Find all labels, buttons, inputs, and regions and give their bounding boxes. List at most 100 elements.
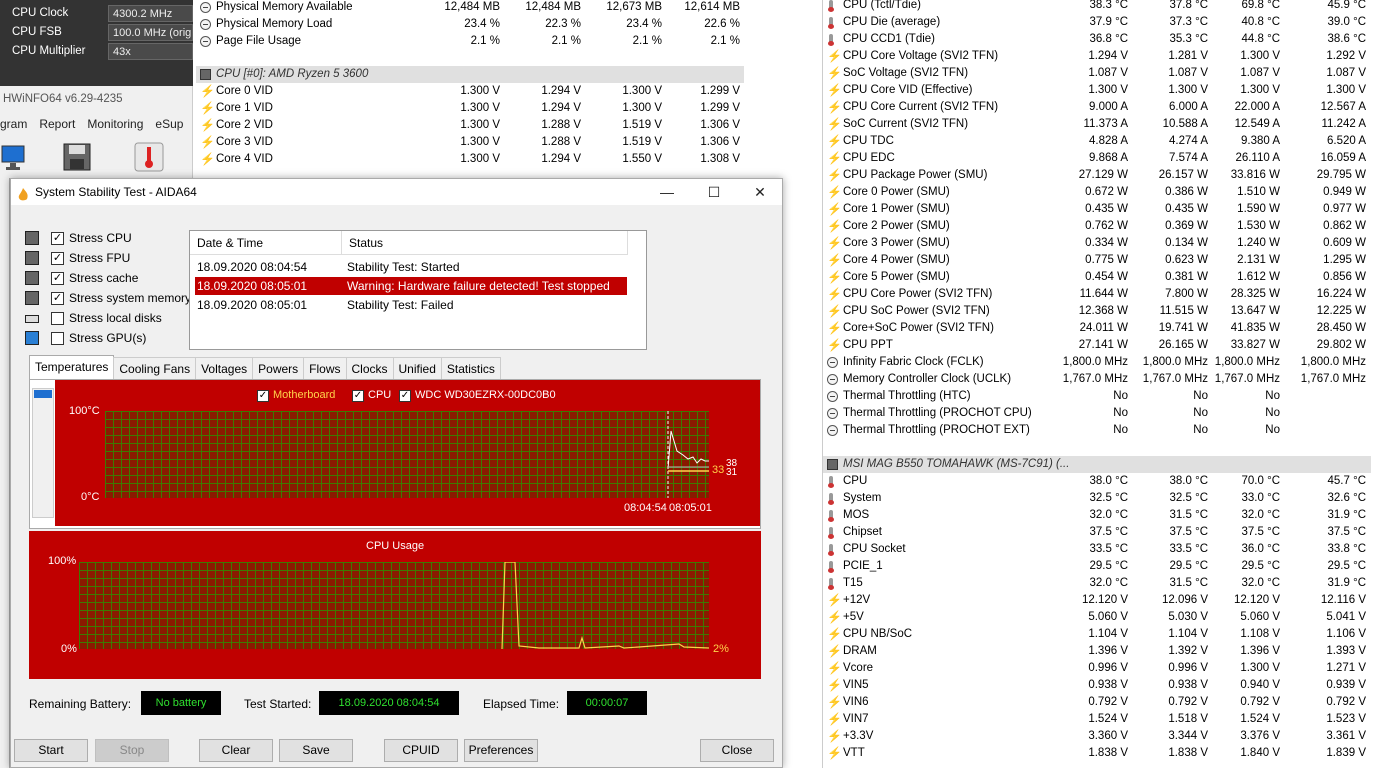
log-row[interactable]: 18.09.2020 08:04:54 Stability Test: Star… <box>195 258 627 276</box>
monitor-icon[interactable] <box>0 142 30 174</box>
menu-esupport[interactable]: eSup <box>155 117 183 135</box>
table-row[interactable]: ⚡ Core 4 VID 1.300 V 1.294 V 1.550 V 1.308 V <box>196 151 748 168</box>
stress-checkbox[interactable]: ✓ <box>51 272 64 285</box>
table-row[interactable]: ⚡ Core 2 VID 1.300 V 1.288 V 1.519 V 1.306 V <box>196 117 748 134</box>
table-row[interactable]: CPU CCD1 (Tdie) 36.8 °C 35.3 °C 44.8 °C 38.6… <box>823 31 1374 48</box>
table-row[interactable]: ⚡ DRAM 1.396 V 1.392 V 1.396 V 1.393 V <box>823 643 1374 660</box>
table-row[interactable]: ⚡ Core 2 Power (SMU) 0.762 W 0.369 W 1.530 W… <box>823 218 1374 235</box>
table-row[interactable]: Thermal Throttling (PROCHOT CPU) No No No <box>823 405 1374 422</box>
log-row-warning[interactable]: 18.09.2020 08:05:01 Warning: Hardware fa… <box>195 277 627 295</box>
table-row[interactable]: ⚡ Core 5 Power (SMU) 0.454 W 0.381 W 1.612 W… <box>823 269 1374 286</box>
table-row[interactable]: ⚡ Core 3 Power (SMU) 0.334 W 0.134 W 1.240 W… <box>823 235 1374 252</box>
table-row[interactable]: ⚡ CPU Core VID (Effective) 1.300 V 1.300 V 1… <box>823 82 1374 99</box>
close-button[interactable]: Close <box>700 739 774 762</box>
group-header-motherboard[interactable]: MSI MAG B550 TOMAHAWK (MS-7C91) (... <box>823 456 1371 473</box>
table-row[interactable]: ⚡ Core 4 Power (SMU) 0.775 W 0.623 W 2.131 W… <box>823 252 1374 269</box>
stress-checkbox[interactable] <box>51 312 64 325</box>
preferences-button[interactable]: Preferences <box>464 739 538 762</box>
table-row[interactable]: ⚡ +3.3V 3.360 V 3.344 V 3.376 V 3.361 V <box>823 728 1374 745</box>
minimize-icon[interactable]: — <box>644 179 690 205</box>
table-row[interactable]: ⚡ VTT 1.838 V 1.838 V 1.840 V 1.839 V <box>823 745 1374 762</box>
table-row[interactable]: T15 32.0 °C 31.5 °C 32.0 °C 31.9 °C <box>823 575 1374 592</box>
table-row[interactable]: ⚡ CPU NB/SoC 1.104 V 1.104 V 1.108 V 1.106 V <box>823 626 1374 643</box>
table-row[interactable]: Thermal Throttling (PROCHOT EXT) No No No <box>823 422 1374 439</box>
stress-checkbox[interactable]: ✓ <box>51 252 64 265</box>
menu-report[interactable]: Report <box>39 117 75 135</box>
table-row[interactable]: CPU 38.0 °C 38.0 °C 70.0 °C 45.7 °C <box>823 473 1374 490</box>
graph-scroller[interactable] <box>32 388 54 518</box>
table-row[interactable]: ⚡ VIN7 1.524 V 1.518 V 1.524 V 1.523 V <box>823 711 1374 728</box>
cpuid-button[interactable]: CPUID <box>384 739 458 762</box>
legend-checkbox-wdc[interactable]: ✓ <box>399 390 411 402</box>
table-row[interactable]: Page File Usage 2.1 % 2.1 % 2.1 % 2.1 % <box>196 33 748 50</box>
table-row[interactable]: Infinity Fabric Clock (FCLK) 1,800.0 MHz 1… <box>823 354 1374 371</box>
table-row[interactable]: Physical Memory Available 12,484 MB 12,4… <box>196 0 748 16</box>
table-row[interactable]: ⚡ Core 3 VID 1.300 V 1.288 V 1.519 V 1.306 V <box>196 134 748 151</box>
table-row[interactable]: Chipset 37.5 °C 37.5 °C 37.5 °C 37.5 °C <box>823 524 1374 541</box>
table-row[interactable]: System 32.5 °C 32.5 °C 33.0 °C 32.6 °C <box>823 490 1374 507</box>
sensor-max: 70.0 °C <box>1241 475 1280 487</box>
table-row[interactable]: MOS 32.0 °C 31.5 °C 32.0 °C 31.9 °C <box>823 507 1374 524</box>
table-row[interactable]: PCIE_1 29.5 °C 29.5 °C 29.5 °C 29.5 °C <box>823 558 1374 575</box>
sensor-max: 33.0 °C <box>1241 492 1280 504</box>
log-row[interactable]: 18.09.2020 08:05:01 Stability Test: Fail… <box>195 296 627 314</box>
table-row[interactable]: ⚡ CPU EDC 9.868 A 7.574 A 26.110 A 16.059 A <box>823 150 1374 167</box>
table-row[interactable]: ⚡ CPU Package Power (SMU) 27.129 W 26.157 W… <box>823 167 1374 184</box>
maximize-icon[interactable]: ☐ <box>691 179 737 205</box>
table-row[interactable]: ⚡ Core 0 Power (SMU) 0.672 W 0.386 W 1.510 W… <box>823 184 1374 201</box>
table-row[interactable]: CPU (Tctl/Tdie) 38.3 °C 37.8 °C 69.8 °C 45.9… <box>823 0 1374 14</box>
table-row[interactable]: ⚡ CPU Core Voltage (SVI2 TFN) 1.294 V 1.281… <box>823 48 1374 65</box>
stress-checkbox[interactable] <box>51 332 64 345</box>
menu-program[interactable]: gram <box>0 117 27 135</box>
table-row[interactable]: ⚡ CPU TDC 4.828 A 4.274 A 9.380 A 6.520 A <box>823 133 1374 150</box>
tab-unified[interactable]: Unified <box>392 357 442 379</box>
save-button[interactable]: Save <box>279 739 353 762</box>
menu-monitoring[interactable]: Monitoring <box>87 117 143 135</box>
table-row[interactable]: CPU Die (average) 37.9 °C 37.3 °C 40.8 °C 39… <box>823 14 1374 31</box>
table-row[interactable]: Thermal Throttling (HTC) No No No <box>823 388 1374 405</box>
table-row[interactable]: ⚡ SoC Voltage (SVI2 TFN) 1.087 V 1.087 V 1.0… <box>823 65 1374 82</box>
table-row[interactable]: ⚡ Core 1 VID 1.300 V 1.294 V 1.300 V 1.299 V <box>196 100 748 117</box>
tab-flows[interactable]: Flows <box>303 357 347 379</box>
table-row[interactable]: ⚡ Core 0 VID 1.300 V 1.294 V 1.300 V 1.299 V <box>196 83 748 100</box>
table-row[interactable]: ⚡ CPU Core Current (SVI2 TFN) 9.000 A 6.000… <box>823 99 1374 116</box>
group-header-cpu[interactable]: CPU [#0]: AMD Ryzen 5 3600 <box>196 66 744 83</box>
clear-button[interactable]: Clear <box>199 739 273 762</box>
column-header-datetime[interactable]: Date & Time <box>190 231 342 255</box>
tab-voltages[interactable]: Voltages <box>195 357 254 379</box>
sensor-min: 1.087 V <box>1168 67 1208 79</box>
table-row[interactable]: ⚡ Core 1 Power (SMU) 0.435 W 0.435 W 1.590 W… <box>823 201 1374 218</box>
table-row[interactable]: ⚡ CPU PPT 27.141 W 26.165 W 33.827 W 29.802 W <box>823 337 1374 354</box>
table-row[interactable]: CPU Socket 33.5 °C 33.5 °C 36.0 °C 33.8 °C <box>823 541 1374 558</box>
table-row[interactable]: ⚡ CPU SoC Power (SVI2 TFN) 12.368 W 11.515 … <box>823 303 1374 320</box>
scroller-thumb[interactable] <box>34 390 52 398</box>
sensor-avg: 1.271 V <box>1326 662 1366 674</box>
table-row[interactable]: Physical Memory Load 23.4 % 22.3 % 23.4 … <box>196 16 748 33</box>
table-row[interactable]: ⚡ SoC Current (SVI2 TFN) 11.373 A 10.588 A 1… <box>823 116 1374 133</box>
legend-checkbox-motherboard[interactable]: ✓ <box>257 390 269 402</box>
close-icon[interactable]: ✕ <box>737 179 783 205</box>
tab-cooling-fans[interactable]: Cooling Fans <box>113 357 197 379</box>
stress-checkbox[interactable]: ✓ <box>51 232 64 245</box>
tab-clocks[interactable]: Clocks <box>345 357 394 379</box>
save-disk-icon[interactable] <box>62 142 92 174</box>
table-row[interactable]: ⚡ VIN5 0.938 V 0.938 V 0.940 V 0.939 V <box>823 677 1374 694</box>
table-row[interactable]: ⚡ CPU Core Power (SVI2 TFN) 11.644 W 7.800 … <box>823 286 1374 303</box>
stop-button[interactable]: Stop <box>95 739 169 762</box>
column-header-status[interactable]: Status <box>342 231 628 255</box>
table-row[interactable]: ⚡ +12V 12.120 V 12.096 V 12.120 V 12.116 V <box>823 592 1374 609</box>
tab-temperatures[interactable]: Temperatures <box>29 355 115 379</box>
legend-checkbox-cpu[interactable]: ✓ <box>352 390 364 402</box>
table-row[interactable]: Memory Controller Clock (UCLK) 1,767.0 MH… <box>823 371 1374 388</box>
tab-statistics[interactable]: Statistics <box>440 357 501 379</box>
stress-checkbox[interactable]: ✓ <box>51 292 64 305</box>
sensor-current: 38.3 °C <box>1089 0 1128 11</box>
tab-powers[interactable]: Powers <box>252 357 305 379</box>
table-row[interactable]: ⚡ Vcore 0.996 V 0.996 V 1.300 V 1.271 V <box>823 660 1374 677</box>
table-row[interactable]: ⚡ VIN6 0.792 V 0.792 V 0.792 V 0.792 V <box>823 694 1374 711</box>
start-button[interactable]: Start <box>14 739 88 762</box>
table-row[interactable]: ⚡ +5V 5.060 V 5.030 V 5.060 V 5.041 V <box>823 609 1374 626</box>
title-bar[interactable]: System Stability Test - AIDA64 — ☐ ✕ <box>11 179 782 205</box>
sensors-thermometer-icon[interactable] <box>134 142 164 174</box>
table-row[interactable]: ⚡ Core+SoC Power (SVI2 TFN) 24.011 W 19.741… <box>823 320 1374 337</box>
